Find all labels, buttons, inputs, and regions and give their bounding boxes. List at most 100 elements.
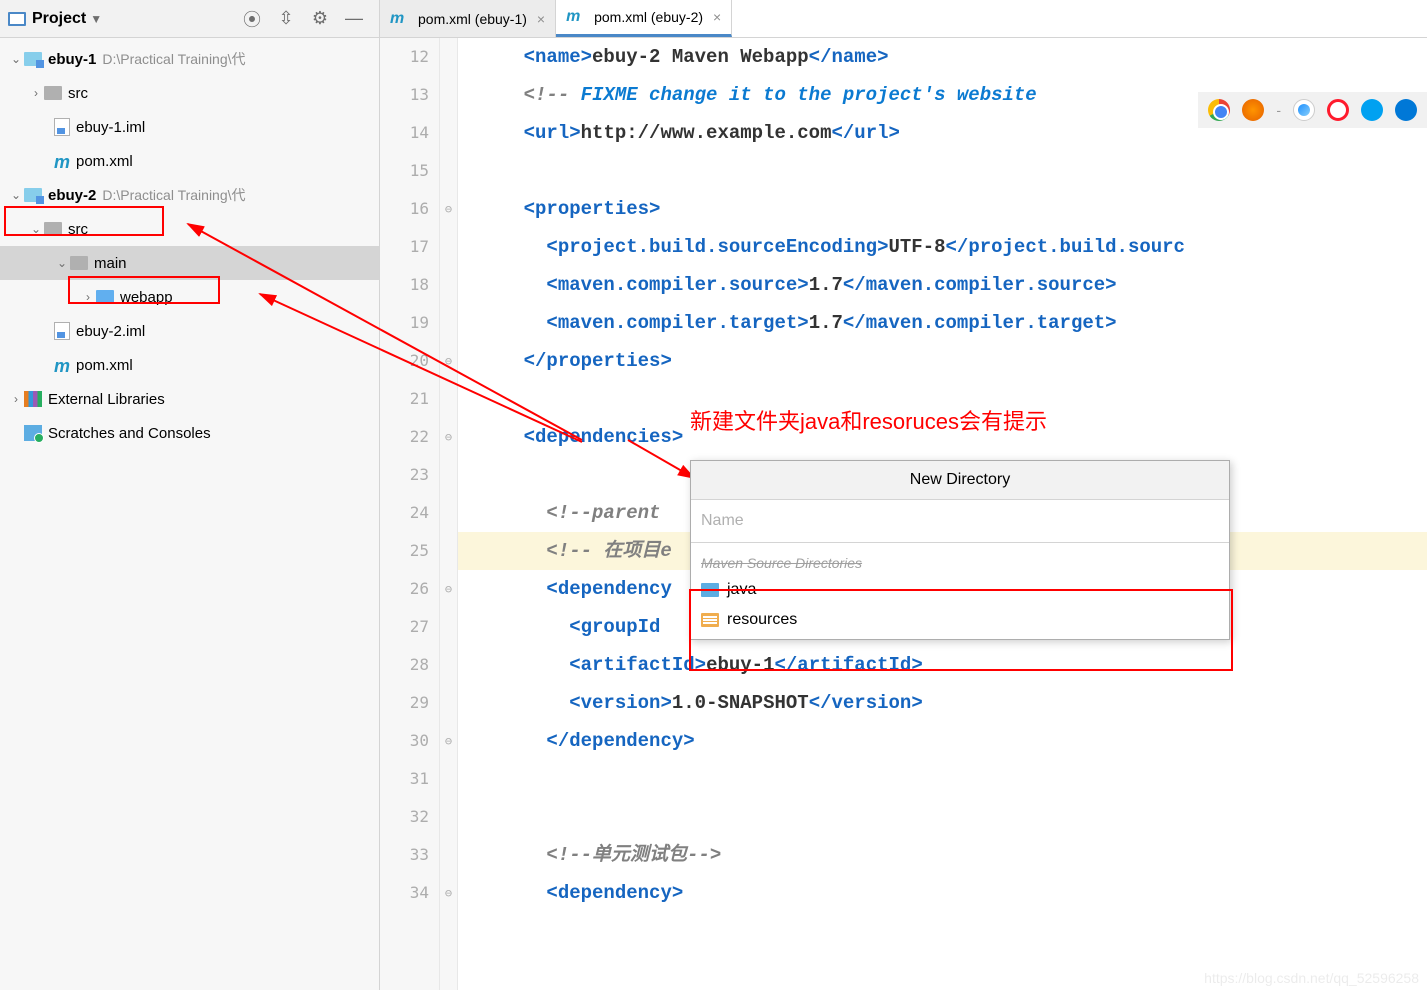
opera-icon[interactable] bbox=[1327, 99, 1349, 121]
edge-icon[interactable] bbox=[1395, 99, 1417, 121]
line-number: 27 bbox=[380, 608, 429, 646]
fold-gutter: ⊖ ⊖ ⊖ ⊖ ⊖ ⊖ bbox=[440, 38, 458, 990]
chevron-down-icon[interactable]: ⌄ bbox=[8, 188, 24, 202]
node-label: ebuy-2 bbox=[48, 187, 96, 204]
line-number: 32 bbox=[380, 798, 429, 836]
folder-icon bbox=[70, 256, 88, 270]
safari-icon[interactable] bbox=[1293, 99, 1315, 121]
source-folder-icon bbox=[701, 583, 719, 597]
tab-pom-ebuy1[interactable]: m pom.xml (ebuy-1) × bbox=[380, 0, 556, 37]
fold-icon[interactable]: ⊖ bbox=[440, 190, 457, 228]
project-toolbar: Project ▼ ⦿ ⇳ ⚙ — bbox=[0, 0, 379, 38]
chrome-icon[interactable] bbox=[1208, 99, 1230, 121]
line-number: 14 bbox=[380, 114, 429, 152]
suggestion-label: resources bbox=[727, 611, 797, 629]
line-number: 19 bbox=[380, 304, 429, 342]
tree-node-pom2[interactable]: m pom.xml bbox=[0, 348, 379, 382]
tree-node-ebuy1[interactable]: ⌄ ebuy-1 D:\Practical Training\代 bbox=[0, 42, 379, 76]
node-path: D:\Practical Training\代 bbox=[102, 49, 245, 69]
web-folder-icon bbox=[96, 290, 114, 304]
node-label: src bbox=[68, 85, 88, 102]
tree-node-src1[interactable]: › src bbox=[0, 76, 379, 110]
dash-icon: - bbox=[1276, 102, 1281, 118]
tree-node-iml1[interactable]: ebuy-1.iml bbox=[0, 110, 379, 144]
fold-icon[interactable]: ⊖ bbox=[440, 874, 457, 912]
chevron-right-icon[interactable]: › bbox=[8, 392, 24, 406]
project-tool-window: Project ▼ ⦿ ⇳ ⚙ — ⌄ ebuy-1 D:\Practical … bbox=[0, 0, 380, 990]
node-label: src bbox=[68, 221, 88, 238]
browser-icons-bar: - bbox=[1198, 92, 1427, 128]
close-icon[interactable]: × bbox=[537, 11, 545, 27]
editor-tabs: m pom.xml (ebuy-1) × m pom.xml (ebuy-2) … bbox=[380, 0, 1427, 38]
fold-icon[interactable]: ⊖ bbox=[440, 570, 457, 608]
line-number: 23 bbox=[380, 456, 429, 494]
module-icon bbox=[24, 52, 42, 66]
node-label: External Libraries bbox=[48, 391, 165, 408]
watermark: https://blog.csdn.net/qq_52596258 bbox=[1204, 970, 1419, 986]
locate-icon[interactable]: ⦿ bbox=[239, 6, 265, 32]
line-number: 18 bbox=[380, 266, 429, 304]
suggestion-java[interactable]: java bbox=[691, 575, 1229, 605]
tree-node-external-libs[interactable]: › External Libraries bbox=[0, 382, 379, 416]
line-gutter: 12 13 14 15 16 17 18 19 20 21 22 23 24 2… bbox=[380, 38, 440, 990]
project-title[interactable]: Project bbox=[32, 10, 86, 28]
tab-label: pom.xml (ebuy-2) bbox=[594, 9, 703, 25]
firefox-icon[interactable] bbox=[1242, 99, 1264, 121]
resources-folder-icon bbox=[701, 613, 719, 627]
project-tree[interactable]: ⌄ ebuy-1 D:\Practical Training\代 › src e… bbox=[0, 38, 379, 454]
tab-pom-ebuy2[interactable]: m pom.xml (ebuy-2) × bbox=[556, 0, 732, 37]
line-number: 26 bbox=[380, 570, 429, 608]
chevron-down-icon[interactable]: ⌄ bbox=[28, 222, 44, 236]
hide-icon[interactable]: — bbox=[341, 6, 367, 32]
suggestion-list: java resources bbox=[691, 575, 1229, 639]
folder-icon bbox=[44, 222, 62, 236]
tree-node-ebuy2[interactable]: ⌄ ebuy-2 D:\Practical Training\代 bbox=[0, 178, 379, 212]
scratches-icon bbox=[24, 425, 42, 441]
node-label: ebuy-2.iml bbox=[76, 323, 145, 340]
line-number: 34 bbox=[380, 874, 429, 912]
node-label: pom.xml bbox=[76, 357, 133, 374]
chevron-down-icon[interactable]: ▼ bbox=[90, 12, 102, 26]
line-number: 13 bbox=[380, 76, 429, 114]
tree-node-pom1[interactable]: m pom.xml bbox=[0, 144, 379, 178]
chevron-down-icon[interactable]: ⌄ bbox=[54, 256, 70, 270]
suggestion-section-header: Maven Source Directories bbox=[691, 543, 1229, 575]
settings-gear-icon[interactable]: ⚙ bbox=[307, 6, 333, 32]
iml-file-icon bbox=[54, 322, 70, 340]
fold-icon[interactable]: ⊖ bbox=[440, 418, 457, 456]
node-label: main bbox=[94, 255, 127, 272]
line-number: 15 bbox=[380, 152, 429, 190]
maven-icon: m bbox=[54, 152, 72, 170]
chevron-right-icon[interactable]: › bbox=[28, 86, 44, 100]
chevron-right-icon[interactable]: › bbox=[80, 290, 96, 304]
maven-icon: m bbox=[54, 356, 72, 374]
project-view-icon bbox=[8, 12, 26, 26]
close-icon[interactable]: × bbox=[713, 9, 721, 25]
fold-icon[interactable]: ⊖ bbox=[440, 342, 457, 380]
tree-node-main[interactable]: ⌄ main bbox=[0, 246, 379, 280]
tree-node-webapp[interactable]: › webapp bbox=[0, 280, 379, 314]
fold-icon[interactable]: ⊖ bbox=[440, 722, 457, 760]
line-number: 33 bbox=[380, 836, 429, 874]
line-number: 31 bbox=[380, 760, 429, 798]
line-number: 16 bbox=[380, 190, 429, 228]
line-number: 25 bbox=[380, 532, 429, 570]
tree-node-scratches[interactable]: › Scratches and Consoles bbox=[0, 416, 379, 450]
ie-icon[interactable] bbox=[1361, 99, 1383, 121]
node-label: ebuy-1 bbox=[48, 51, 96, 68]
line-number: 20 bbox=[380, 342, 429, 380]
directory-name-input[interactable] bbox=[691, 500, 1229, 543]
node-label: pom.xml bbox=[76, 153, 133, 170]
iml-file-icon bbox=[54, 118, 70, 136]
annotation-text: 新建文件夹java和resoruces会有提示 bbox=[690, 404, 1047, 436]
tree-node-src2[interactable]: ⌄ src bbox=[0, 212, 379, 246]
line-number: 29 bbox=[380, 684, 429, 722]
libraries-icon bbox=[24, 391, 42, 407]
line-number: 21 bbox=[380, 380, 429, 418]
suggestion-resources[interactable]: resources bbox=[691, 605, 1229, 635]
collapse-all-icon[interactable]: ⇳ bbox=[273, 6, 299, 32]
tree-node-iml2[interactable]: ebuy-2.iml bbox=[0, 314, 379, 348]
chevron-down-icon[interactable]: ⌄ bbox=[8, 52, 24, 66]
line-number: 17 bbox=[380, 228, 429, 266]
tab-label: pom.xml (ebuy-1) bbox=[418, 11, 527, 27]
